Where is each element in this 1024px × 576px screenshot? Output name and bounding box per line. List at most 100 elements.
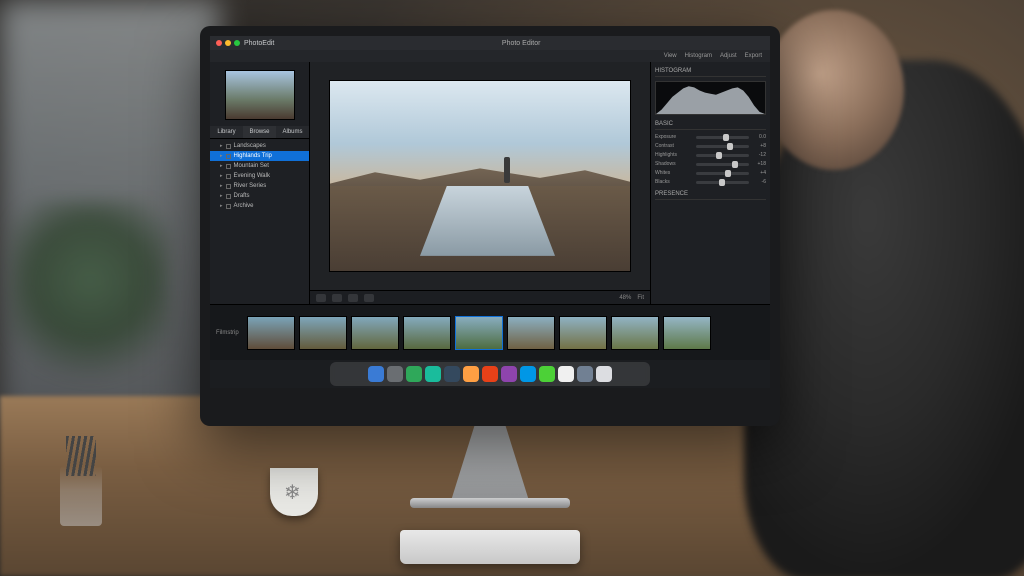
slider-track[interactable] (696, 172, 749, 175)
collection-label: Highlands Trip (234, 153, 272, 159)
slider-value: -6 (752, 179, 766, 185)
collection-label: Mountain Set (234, 163, 269, 169)
editor-viewport: 48% Fit (310, 62, 650, 304)
slider-knob[interactable] (716, 152, 722, 159)
disclosure-triangle-icon: ▸ (220, 153, 223, 159)
fit-button[interactable]: Fit (637, 295, 644, 301)
app-menu-label[interactable]: PhotoEdit (244, 40, 274, 47)
dock-app-icon[interactable] (596, 366, 612, 382)
dock-app-icon[interactable] (501, 366, 517, 382)
imac-stand-foot (410, 498, 570, 508)
collection-item[interactable]: ▸ Mountain Set (210, 161, 309, 171)
dock-app-icon[interactable] (406, 366, 422, 382)
slider-knob[interactable] (723, 134, 729, 141)
filmstrip-label: Filmstrip (216, 330, 239, 336)
crop-button[interactable] (348, 294, 358, 302)
collection-item[interactable]: ▸Archive (210, 201, 309, 211)
filmstrip-thumb[interactable] (559, 316, 607, 350)
filmstrip-thumb[interactable] (663, 316, 711, 350)
close-button[interactable] (216, 40, 222, 46)
collection-item[interactable]: ▸Evening Walk (210, 171, 309, 181)
toolbar-adjust[interactable]: Adjust (720, 53, 737, 59)
window-controls (216, 40, 240, 46)
slider-label: Exposure (655, 134, 693, 140)
filmstrip-thumb[interactable] (299, 316, 347, 350)
dock-app-icon[interactable] (558, 366, 574, 382)
toolbar-view[interactable]: View (664, 53, 677, 59)
visibility-checkbox[interactable] (226, 194, 231, 199)
rotate-button[interactable] (364, 294, 374, 302)
slider-knob[interactable] (732, 161, 738, 168)
slider-track[interactable] (696, 136, 749, 139)
slider-label: Shadows (655, 161, 693, 167)
dock-app-icon[interactable] (463, 366, 479, 382)
slider-knob[interactable] (725, 170, 731, 177)
histogram-display[interactable] (655, 81, 766, 115)
visibility-checkbox[interactable] (226, 174, 231, 179)
slider-value: +8 (752, 143, 766, 149)
minimize-button[interactable] (225, 40, 231, 46)
slider-track[interactable] (696, 181, 749, 184)
dock-app-icon[interactable] (520, 366, 536, 382)
maximize-button[interactable] (234, 40, 240, 46)
filmstrip-thumb[interactable] (403, 316, 451, 350)
collection-item[interactable]: ▸River Series (210, 181, 309, 191)
slider-value: -12 (752, 152, 766, 158)
pencil-cup (60, 466, 102, 526)
canvas-area[interactable] (310, 62, 650, 290)
slider-track[interactable] (696, 154, 749, 157)
slider-value: +4 (752, 170, 766, 176)
dock-app-icon[interactable] (577, 366, 593, 382)
dock-app-icon[interactable] (539, 366, 555, 382)
filmstrip-thumb[interactable] (351, 316, 399, 350)
filmstrip-thumb[interactable] (455, 316, 503, 350)
slider-track[interactable] (696, 163, 749, 166)
canvas-statusbar: 48% Fit (310, 290, 650, 304)
slider-exposure: Exposure0.0 (655, 134, 766, 140)
dock-app-icon[interactable] (368, 366, 384, 382)
adjust-panel: Histogram Basic Exposure0.0Contrast+8Hig… (650, 62, 770, 304)
dock-app-icon[interactable] (425, 366, 441, 382)
navigator-preview[interactable] (225, 70, 295, 120)
collection-item[interactable]: ▸Drafts (210, 191, 309, 201)
slider-label: Blacks (655, 179, 693, 185)
slider-track[interactable] (696, 145, 749, 148)
disclosure-triangle-icon: ▸ (220, 163, 223, 169)
sidebar-tab-browse[interactable]: Browse (243, 126, 276, 138)
slider-contrast: Contrast+8 (655, 143, 766, 149)
slider-label: Highlights (655, 152, 693, 158)
dock-app-icon[interactable] (387, 366, 403, 382)
slider-knob[interactable] (727, 143, 733, 150)
basic-header: Basic (655, 119, 766, 130)
visibility-checkbox[interactable] (226, 154, 231, 159)
filmstrip-thumbs (247, 316, 711, 350)
filmstrip-thumb[interactable] (247, 316, 295, 350)
grid-toggle-button[interactable] (316, 294, 326, 302)
visibility-checkbox[interactable] (226, 144, 231, 149)
compare-button[interactable] (332, 294, 342, 302)
macos-dock (330, 362, 650, 386)
sidebar-tabs: LibraryBrowseAlbums (210, 126, 309, 139)
collection-item[interactable]: ▸Landscapes (210, 141, 309, 151)
dock-app-icon[interactable] (482, 366, 498, 382)
visibility-checkbox[interactable] (226, 184, 231, 189)
sidebar-tab-library[interactable]: Library (210, 126, 243, 138)
visibility-checkbox[interactable] (226, 164, 231, 169)
slider-label: Whites (655, 170, 693, 176)
filmstrip-thumb[interactable] (611, 316, 659, 350)
photo-canvas[interactable] (330, 81, 630, 271)
toolbar-histogram[interactable]: Histogram (685, 53, 712, 59)
filmstrip: Filmstrip (210, 304, 770, 360)
toolbar-export[interactable]: Export (745, 53, 762, 59)
keyboard (400, 530, 580, 564)
slider-blacks: Blacks -6 (655, 179, 766, 185)
sidebar-tab-albums[interactable]: Albums (276, 126, 309, 138)
collection-item[interactable]: ▸ Highlands Trip (210, 151, 309, 161)
dock-app-icon[interactable] (444, 366, 460, 382)
titlebar: PhotoEdit Photo Editor (210, 36, 770, 50)
collection-label: Evening Walk (234, 173, 270, 179)
slider-knob[interactable] (719, 179, 725, 186)
visibility-checkbox[interactable] (226, 204, 231, 209)
filmstrip-thumb[interactable] (507, 316, 555, 350)
window-title: Photo Editor (278, 40, 764, 47)
